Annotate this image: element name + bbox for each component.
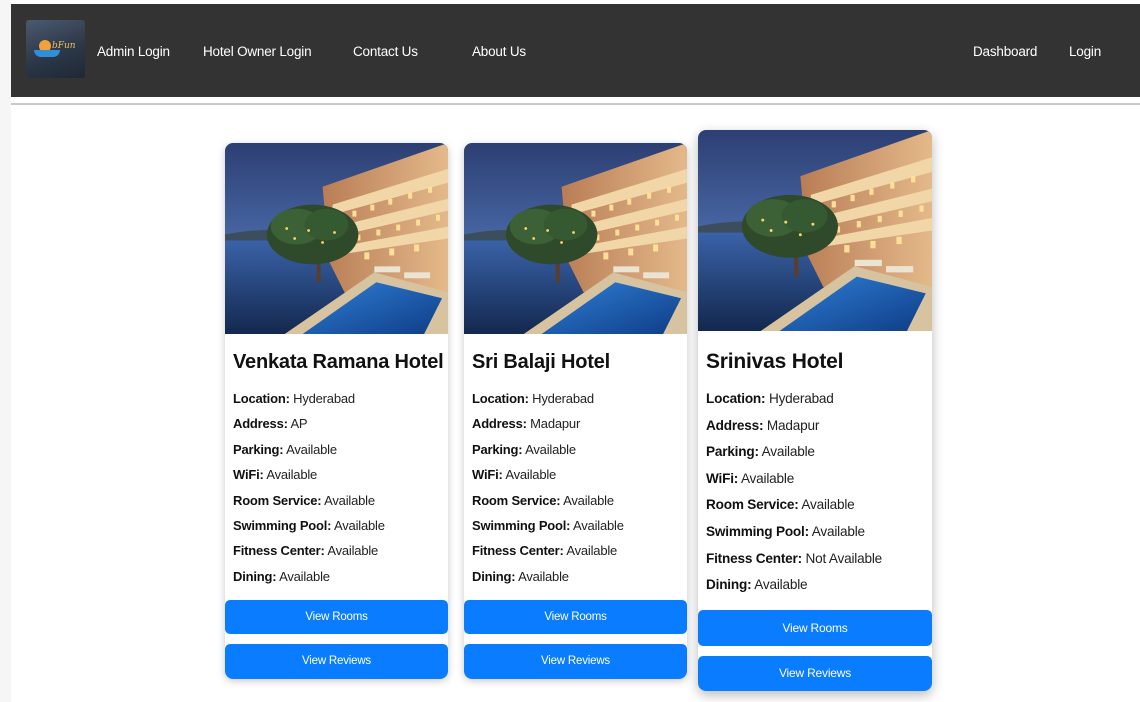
fitness-center-label: Fitness Center: — [472, 543, 564, 558]
nav-about-us[interactable]: About Us — [472, 44, 526, 59]
parking-label: Parking: — [706, 444, 759, 459]
nav-contact-us[interactable]: Contact Us — [353, 44, 418, 59]
hotel-fitness-center: Fitness Center: Available — [233, 543, 378, 558]
dining-label: Dining: — [233, 569, 277, 584]
swimming-pool-value: Available — [811, 524, 865, 539]
site-logo[interactable]: bFun — [26, 20, 85, 78]
hotel-room-service: Room Service: Available — [706, 497, 855, 512]
hotel-parking: Parking: Available — [233, 442, 337, 457]
hotel-address: Address: Madapur — [706, 418, 819, 433]
dining-label: Dining: — [472, 569, 516, 584]
room-service-label: Room Service: — [233, 493, 322, 508]
room-service-label: Room Service: — [706, 497, 799, 512]
fitness-center-value: Available — [327, 543, 379, 558]
hotel-location: Location: Hyderabad — [233, 391, 355, 406]
location-value: Hyderabad — [293, 391, 355, 406]
wifi-label: WiFi: — [706, 471, 739, 486]
hotel-swimming-pool: Swimming Pool: Available — [706, 524, 865, 539]
top-navbar: bFun Admin Login Hotel Owner Login Conta… — [11, 4, 1140, 97]
logo-wave-icon — [34, 50, 60, 57]
address-value: Madapur — [766, 418, 820, 433]
nav-hotel-owner-login[interactable]: Hotel Owner Login — [203, 44, 312, 59]
hotel-location: Location: Hyderabad — [472, 391, 594, 406]
wifi-value: Available — [266, 467, 318, 482]
hotel-card: Sri Balaji Hotel Location: Hyderabad Add… — [464, 143, 687, 679]
fitness-center-label: Fitness Center: — [706, 551, 802, 566]
nav-login[interactable]: Login — [1069, 44, 1101, 59]
swimming-pool-value: Available — [334, 518, 385, 533]
hotel-dining: Dining: Available — [706, 577, 808, 592]
hotel-location: Location: Hyderabad — [706, 391, 834, 406]
page-left-edge — [0, 0, 11, 702]
hotel-dining: Dining: Available — [472, 569, 569, 584]
location-value: Hyderabad — [532, 391, 594, 406]
hotel-dining: Dining: Available — [233, 569, 330, 584]
hotel-name: Sri Balaji Hotel — [472, 351, 610, 373]
view-rooms-button[interactable]: View Rooms — [225, 600, 448, 634]
nav-dashboard[interactable]: Dashboard — [973, 44, 1037, 59]
hotel-address: Address: Madapur — [472, 416, 580, 431]
wifi-value: Available — [505, 467, 557, 482]
hotel-card: Venkata Ramana Hotel Location: Hyderabad… — [225, 143, 448, 679]
parking-value: Available — [761, 444, 815, 459]
address-label: Address: — [706, 418, 764, 433]
view-rooms-button[interactable]: View Rooms — [464, 600, 687, 634]
address-label: Address: — [233, 416, 288, 431]
hotel-swimming-pool: Swimming Pool: Available — [233, 518, 385, 533]
room-service-value: Available — [324, 493, 375, 508]
parking-label: Parking: — [472, 442, 523, 457]
room-service-value: Available — [801, 497, 855, 512]
room-service-value: Available — [563, 493, 614, 508]
hotel-card: Srinivas Hotel Location: Hyderabad Addre… — [698, 130, 932, 691]
hotel-photo — [464, 143, 687, 334]
wifi-label: WiFi: — [472, 467, 503, 482]
view-reviews-button[interactable]: View Reviews — [225, 644, 448, 679]
hotel-photo — [698, 130, 932, 331]
header-divider — [11, 103, 1140, 105]
hotel-parking: Parking: Available — [472, 442, 576, 457]
hotel-parking: Parking: Available — [706, 444, 815, 459]
room-service-label: Room Service: — [472, 493, 561, 508]
address-label: Address: — [472, 416, 527, 431]
hotel-wifi: WiFi: Available — [233, 467, 317, 482]
logo-text: bFun — [52, 41, 76, 51]
parking-value: Available — [525, 442, 576, 457]
view-reviews-button[interactable]: View Reviews — [698, 656, 932, 691]
swimming-pool-value: Available — [573, 518, 624, 533]
hotel-swimming-pool: Swimming Pool: Available — [472, 518, 624, 533]
hotel-name: Venkata Ramana Hotel — [233, 351, 444, 373]
location-label: Location: — [706, 391, 766, 406]
parking-value: Available — [286, 442, 337, 457]
dining-value: Available — [518, 569, 569, 584]
fitness-center-label: Fitness Center: — [233, 543, 325, 558]
wifi-label: WiFi: — [233, 467, 264, 482]
hotel-wifi: WiFi: Available — [472, 467, 556, 482]
hotel-photo — [225, 143, 448, 334]
swimming-pool-label: Swimming Pool: — [472, 518, 571, 533]
location-label: Location: — [472, 391, 529, 406]
location-value: Hyderabad — [768, 391, 834, 406]
nav-admin-login[interactable]: Admin Login — [97, 44, 170, 59]
swimming-pool-label: Swimming Pool: — [233, 518, 332, 533]
hotel-wifi: WiFi: Available — [706, 471, 794, 486]
hotel-fitness-center: Fitness Center: Available — [472, 543, 617, 558]
dining-value: Available — [279, 569, 330, 584]
location-label: Location: — [233, 391, 290, 406]
fitness-center-value: Available — [566, 543, 618, 558]
parking-label: Parking: — [233, 442, 284, 457]
address-value: AP — [290, 416, 308, 431]
hotel-fitness-center: Fitness Center: Not Available — [706, 551, 882, 566]
hotel-room-service: Room Service: Available — [472, 493, 614, 508]
view-reviews-button[interactable]: View Reviews — [464, 644, 687, 679]
hotel-address: Address: AP — [233, 416, 308, 431]
wifi-value: Available — [740, 471, 795, 486]
hotel-name: Srinivas Hotel — [706, 350, 844, 373]
swimming-pool-label: Swimming Pool: — [706, 524, 809, 539]
fitness-center-value: Not Available — [805, 551, 883, 566]
hotel-room-service: Room Service: Available — [233, 493, 375, 508]
address-value: Madapur — [530, 416, 581, 431]
dining-label: Dining: — [706, 577, 752, 592]
view-rooms-button[interactable]: View Rooms — [698, 610, 932, 646]
dining-value: Available — [754, 577, 808, 592]
